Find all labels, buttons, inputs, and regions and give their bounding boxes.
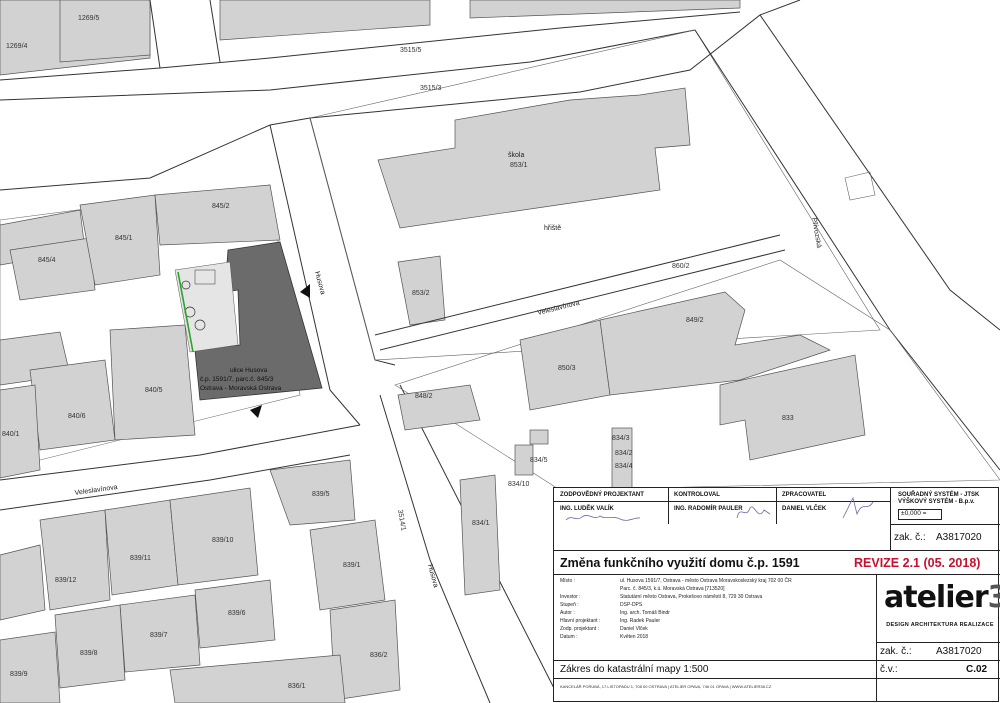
street-privozska: Přívozská [810,217,822,249]
street-veleslavinova-upper: Veleslavínova [537,300,581,317]
subject-label-1: ulice Husova [230,367,268,374]
coord-line-2: VÝŠKOVÝ SYSTÉM - B.p.v. [898,499,975,505]
street-husova-upper: Husova [313,271,326,296]
parcel-836-2: 836/2 [370,652,388,659]
logo-subtitle: DESIGN ARCHITEKTURA REALIZACE [886,622,994,628]
drawn-label: ZPRACOVATEL [782,492,827,498]
info-rows: Místo : ul. Husova 1591/7, Ostrava - měst… [560,578,792,640]
signature-pauler [736,506,771,519]
parcel-839-8: 839/8 [80,650,98,657]
title-block: ZODPOVĚDNÝ PROJEKTANT KONTROLOVAL ZPRACO… [553,487,1000,702]
parcel-834-5: 834/5 [530,457,548,464]
privozska-edge-2 [759,14,1000,331]
parcel-1269-4: 1269/4 [6,43,28,50]
cv-label: č.v.: [880,664,898,675]
zak-value-bottom: A3817020 [936,646,982,657]
subject-label-2: č.p. 1591/7, parc.č. 845/3 [200,376,274,383]
parcel-853-2: 853/2 [412,290,430,297]
building-840-6 [29,359,116,451]
subject-label-3: Ostrava - Moravská Ostrava [200,385,282,392]
building-839-8 [54,604,126,689]
zak-value-top: A3817020 [936,532,982,543]
parcel-1269-5: 1269/5 [78,15,100,22]
parcel-848-2: 848/2 [415,393,433,400]
parcel-839-11: 839/11 [130,555,151,562]
building-848-2 [397,384,481,431]
zak-label-top: zak. č.: [894,532,926,543]
parcel-839-6: 839/6 [228,610,246,617]
responsible-label: ZODPOVĚDNÝ PROJEKTANT [560,492,644,498]
small-square [844,171,876,201]
parcel-840-1: 840/1 [2,431,20,438]
parcel-840-5: 840/5 [145,387,163,394]
building-834-5 [529,429,549,445]
building-840-5 [109,324,196,441]
road-v2 [209,0,221,63]
parcel-834-10: 834/10 [508,481,530,488]
parcel-839-5: 839/5 [312,491,330,498]
parcel-833: 833 [782,415,794,422]
parcel-860-2: 860/2 [672,263,690,270]
coord-line-1: SOUŘADNÝ SYSTÉM - JTSK [898,492,980,498]
cv-value: C.02 [966,664,988,675]
building-839-11 [104,499,179,596]
parcel-849-2: 849/2 [686,317,704,324]
building-839-9 [0,631,61,703]
company-logo: atelier38 [884,580,1000,615]
footer-address: KANCELÁŘ PORUBÁ, 17.LISTOPADU 1, 708 00 … [560,684,772,689]
parcel-836-1: 836/1 [288,683,306,690]
building-1269-5 [59,0,151,63]
building-839-12 [39,509,111,611]
signature-valik [565,515,641,521]
parcel-850-3: 850/3 [558,365,576,372]
label-skola: škola [508,152,524,159]
signature-vlcek [842,496,874,519]
parcel-839-10: 839/10 [212,537,234,544]
parcel-839-9: 839/9 [10,671,28,678]
street-husova-lower: Husova [426,564,439,589]
checked-name: ING. RADOMÍR PAULER [674,506,743,512]
building-845-2 [154,184,281,246]
parcel-834-2: 834/2 [615,450,633,457]
parcel-3515-3: 3515/3 [420,85,442,92]
drawing-name: Zákres do katastrální mapy 1:500 [560,664,709,675]
zak-label-bottom: zak. č.: [880,646,912,657]
project-title: Změna funkčního využití domu č.p. 1591 [560,556,800,570]
drawn-name: DANIEL VLČEK [782,506,827,512]
building-top-strip [219,0,431,41]
parcel-3515-5: 3515/5 [400,47,422,54]
parcel-834-3: 834/3 [612,435,630,442]
parcel-845-4: 845/4 [38,257,56,264]
entrance-arrow-1 [300,284,310,298]
parcel-839-12: 839/12 [55,577,77,584]
parcel-834-1: 834/1 [472,520,490,527]
parcel-853-1: 853/1 [510,162,528,169]
road-v1 [149,0,161,69]
husova-edge-right [309,117,396,366]
parcel-839-7: 839/7 [150,632,168,639]
parcel-3514-1: 3514/1 [396,509,407,531]
parcel-840-6: 840/6 [68,413,86,420]
parcel-845-2: 845/2 [212,203,230,210]
parcel-839-1: 839/1 [343,562,361,569]
revision-label: REVIZE 2.1 (05. 2018) [854,556,981,570]
street-veleslavinova-lower: Veleslavínova [74,484,118,497]
parcel-834-4: 834/4 [615,463,633,470]
building-839-a [0,544,46,621]
label-hriste: hřiště [544,225,561,232]
parcel-845-1: 845/1 [115,235,133,242]
building-834-1 [459,474,501,596]
building-853-1 [377,87,691,229]
checked-label: KONTROLOVAL [674,492,720,498]
level-value: ±0,000 = [898,509,942,520]
